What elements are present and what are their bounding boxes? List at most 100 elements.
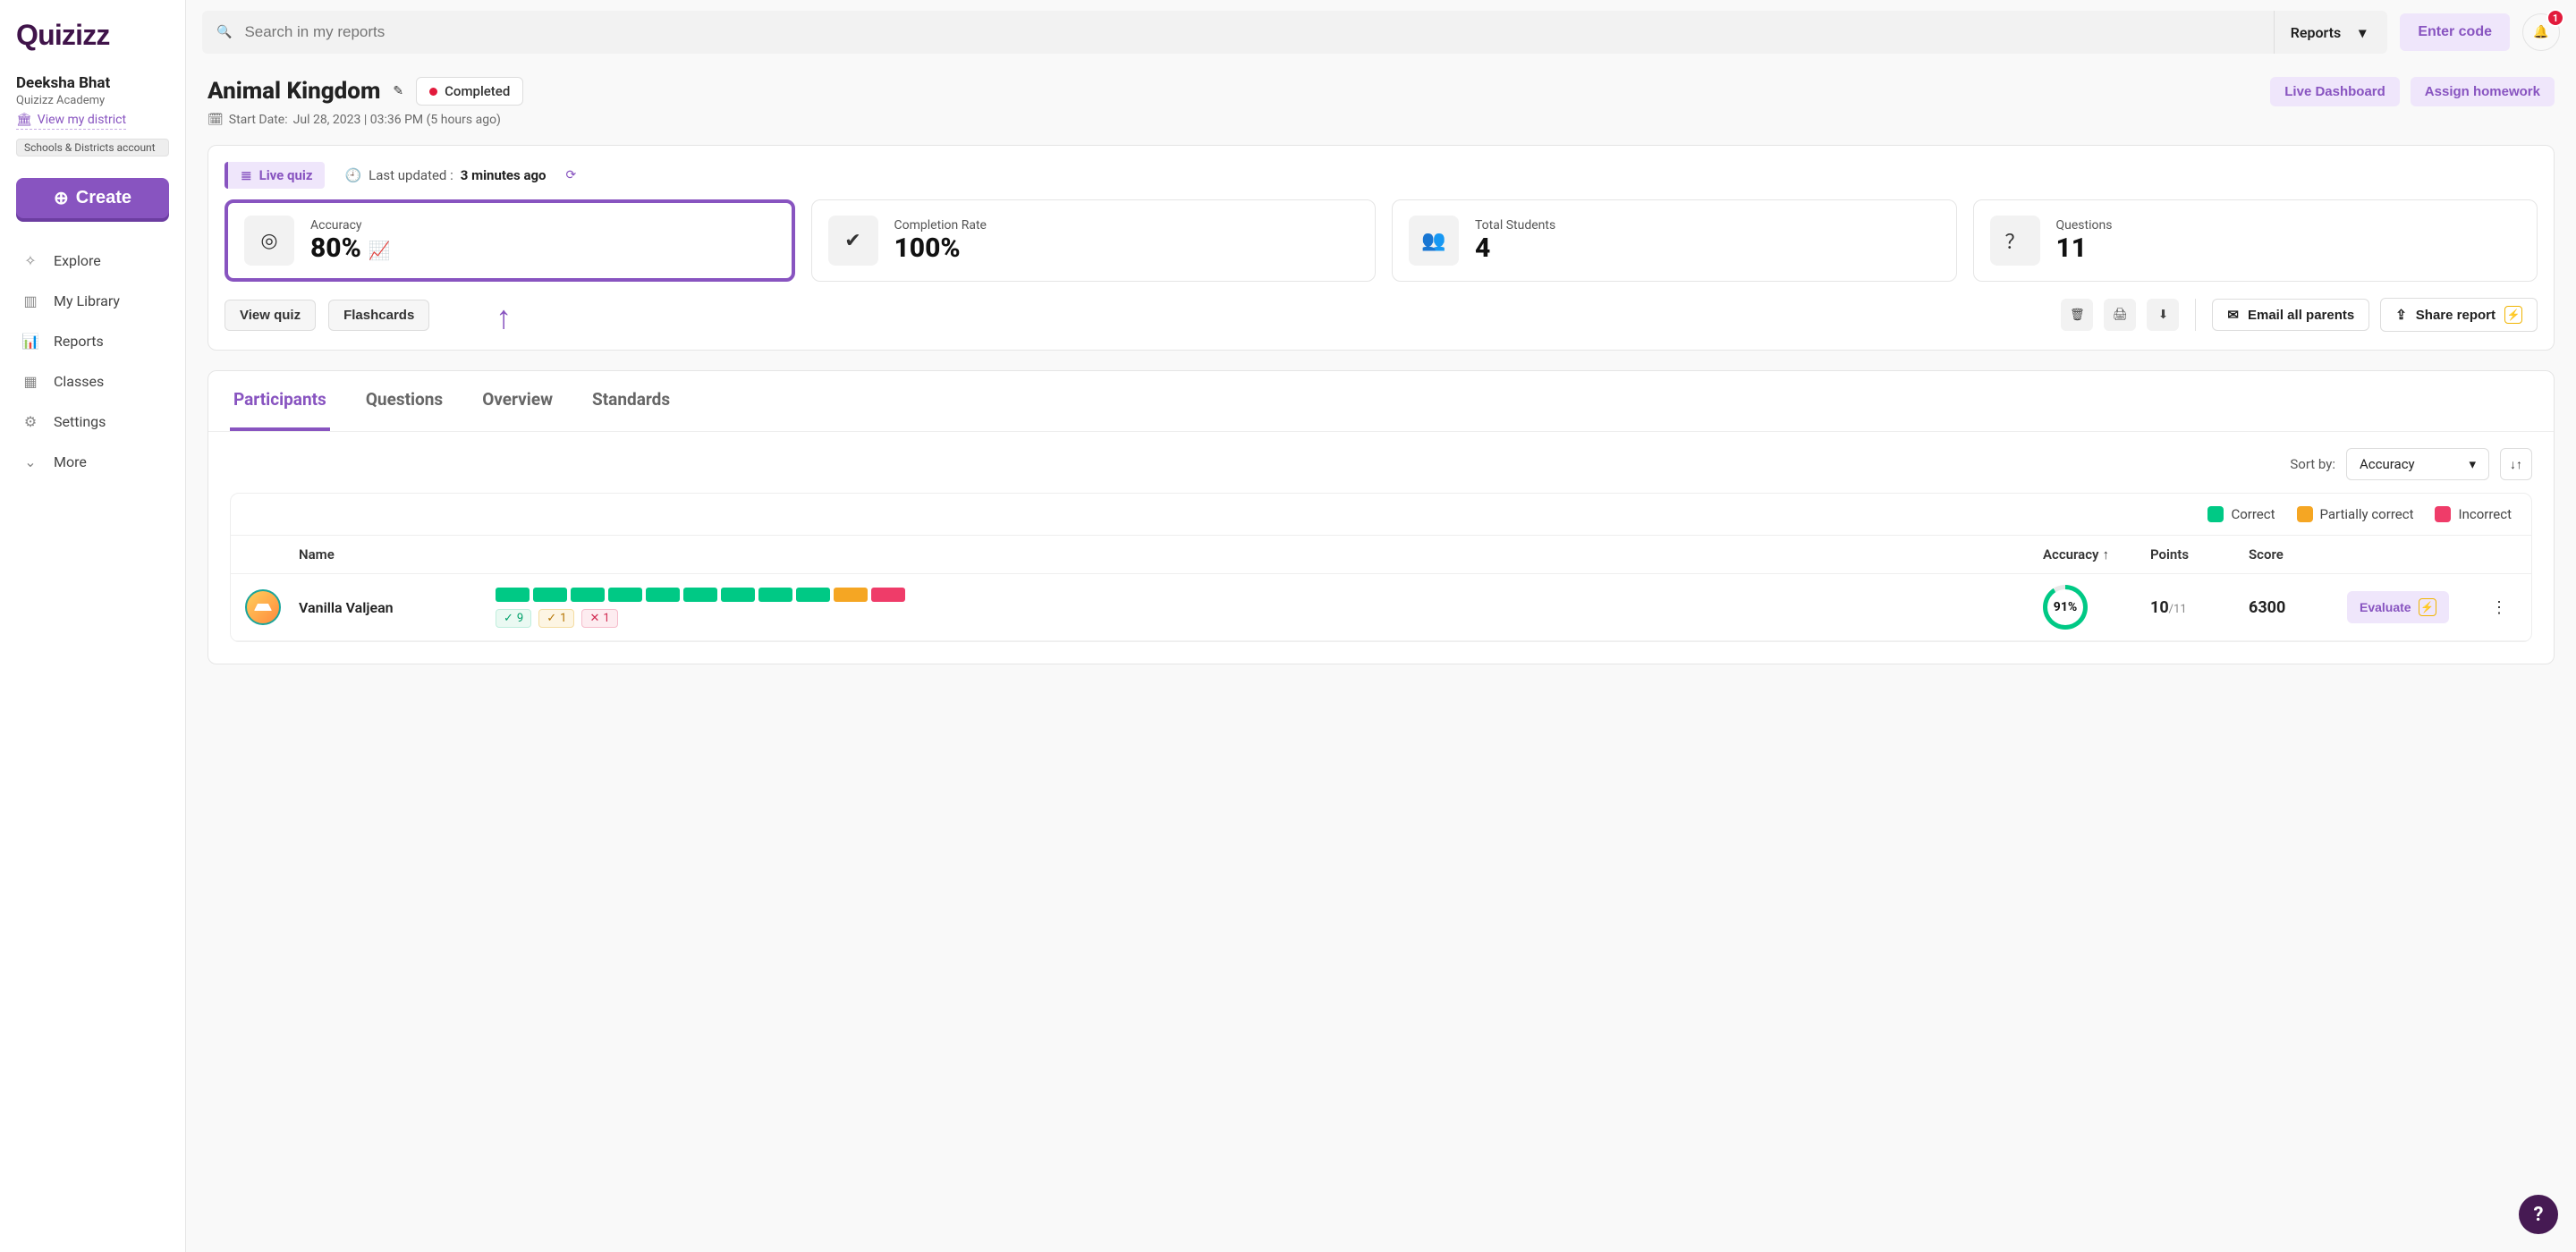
avatar [245,589,281,625]
evaluate-button[interactable]: Evaluate ⚡ [2347,591,2449,623]
incorrect-pill: ✕ 1 [581,609,617,628]
quizizz-logo-icon: Quizizz [16,16,159,54]
col-name: Name [299,546,496,563]
search-icon: 🔍 [216,25,232,39]
district-icon: 🏛 [16,113,32,127]
tab-participants[interactable]: Participants [230,371,330,431]
points-cell: 10/11 [2150,598,2249,617]
stat-value: 4 [1475,233,1555,264]
start-date-value: Jul 28, 2023 | 03:36 PM (5 hours ago) [293,113,501,127]
progress-bar [496,588,2043,602]
svg-text:Quizizz: Quizizz [16,19,110,51]
share-report-button[interactable]: ⇪ Share report ⚡ [2380,298,2538,332]
sort-by-label: Sort by: [2290,456,2335,472]
sidebar-item-explore[interactable]: ✧ Explore [16,243,169,278]
chart-icon: 📊 [21,333,39,350]
stat-questions: ？ Questions 11 [1973,199,2538,282]
bolt-icon: ⚡ [2504,306,2522,324]
evaluate-label: Evaluate [2360,600,2411,614]
sort-arrows-icon: ↓↑ [2510,457,2522,472]
stat-label: Completion Rate [894,218,987,233]
sidebar-nav: ✧ Explore ▥ My Library 📊 Reports ▦ Class… [16,243,169,479]
download-button[interactable]: ⬇ [2147,299,2179,331]
sort-value: Accuracy [2360,456,2415,472]
user-name: Deeksha Bhat [16,74,169,92]
start-date: 🗓 Start Date: Jul 28, 2023 | 03:36 PM (5… [208,113,523,127]
stat-completion: ✔ Completion Rate 100% [811,199,1377,282]
calendar-icon: 🗓 [208,113,224,127]
download-icon: ⬇ [2158,308,2168,322]
library-icon: ▥ [21,292,39,309]
help-button[interactable]: ? [2519,1195,2558,1234]
table-row[interactable]: Vanilla Valjean ✓ 9 ✓ 1 ✕ 1 [231,574,2531,641]
sort-select[interactable]: Accuracy ▾ [2346,448,2489,480]
row-menu-button[interactable]: ⋮ [2481,598,2517,617]
assign-homework-button[interactable]: Assign homework [2411,77,2555,106]
list-icon: ≣ [241,167,252,183]
search-bar[interactable]: 🔍 Reports ▾ [202,11,2387,54]
col-points: Points [2150,546,2249,563]
trash-icon: 🗑 [2070,308,2085,322]
correct-pill: ✓ 9 [496,609,531,628]
bolt-icon: ⚡ [2419,598,2436,616]
notifications-button[interactable]: 🔔 1 [2522,13,2560,51]
bell-icon: 🔔 [2533,25,2548,39]
col-accuracy[interactable]: Accuracy ↑ [2043,546,2150,563]
sidebar-item-more[interactable]: ⌄ More [16,444,169,479]
sidebar-item-library[interactable]: ▥ My Library [16,283,169,318]
accuracy-ring: 91% [2043,585,2088,630]
live-quiz-chip[interactable]: ≣ Live quiz [225,162,325,189]
email-parents-button[interactable]: ✉ Email all parents [2212,299,2369,331]
summary-card: ≣ Live quiz 🕘 Last updated : 3 minutes a… [208,145,2555,351]
last-updated: 🕘 Last updated : 3 minutes ago [344,167,546,183]
view-district-label: View my district [38,113,126,127]
stat-value: 100% [894,233,987,264]
refresh-icon[interactable]: ⟳ [566,168,577,182]
search-input[interactable] [244,23,2266,41]
sidebar-item-classes[interactable]: ▦ Classes [16,364,169,399]
sidebar-item-label: My Library [54,292,120,309]
status-label: Completed [445,83,510,99]
classes-icon: ▦ [21,373,39,390]
print-icon: 🖨 [2113,308,2128,322]
view-quiz-button[interactable]: View quiz [225,300,316,331]
stat-value: 80% [310,233,361,264]
mail-icon: ✉ [2227,307,2239,323]
account-type-tag: Schools & Districts account [16,139,169,156]
divider [2195,299,2196,331]
col-score: Score [2249,546,2347,563]
notifications-count-badge: 1 [2546,9,2564,27]
table-header: Name Accuracy ↑ Points Score [231,535,2531,574]
clock-icon: 🕘 [344,167,361,183]
user-subtitle: Quizizz Academy [16,94,169,107]
sidebar: Quizizz Deeksha Bhat Quizizz Academy 🏛 V… [0,0,186,1252]
main: 🔍 Reports ▾ Enter code 🔔 1 Animal Kingdo… [186,0,2576,1252]
updated-prefix: Last updated : [369,167,453,183]
stat-label: Questions [2056,218,2113,233]
share-report-label: Share report [2416,308,2496,323]
tab-questions[interactable]: Questions [362,371,446,431]
tab-overview[interactable]: Overview [479,371,556,431]
sidebar-item-reports[interactable]: 📊 Reports [16,324,169,359]
edit-icon[interactable]: ✎ [393,84,403,98]
topbar: 🔍 Reports ▾ Enter code 🔔 1 [186,0,2576,57]
report-header: Animal Kingdom ✎ Completed 🗓 Start Date:… [186,57,2576,132]
search-scope-select[interactable]: Reports ▾ [2274,11,2383,54]
sort-direction-button[interactable]: ↓↑ [2500,448,2532,480]
caret-down-icon: ▾ [2359,24,2366,41]
stat-value: 11 [2056,233,2113,264]
view-district-link[interactable]: 🏛 View my district [16,113,126,130]
delete-button[interactable]: 🗑 [2061,299,2093,331]
participants-table: Correct Partially correct Incorrect Name… [230,493,2532,642]
flashcards-button[interactable]: Flashcards [328,300,429,331]
target-icon: ◎ [244,216,294,266]
create-button[interactable]: ⊕ Create [16,178,169,218]
live-dashboard-button[interactable]: Live Dashboard [2270,77,2400,106]
gear-icon: ⚙ [21,413,39,430]
tab-standards[interactable]: Standards [589,371,674,431]
legend-incorrect-swatch [2435,506,2451,522]
print-button[interactable]: 🖨 [2104,299,2136,331]
logo: Quizizz [16,9,169,74]
sidebar-item-settings[interactable]: ⚙ Settings [16,404,169,439]
enter-code-button[interactable]: Enter code [2400,13,2510,51]
